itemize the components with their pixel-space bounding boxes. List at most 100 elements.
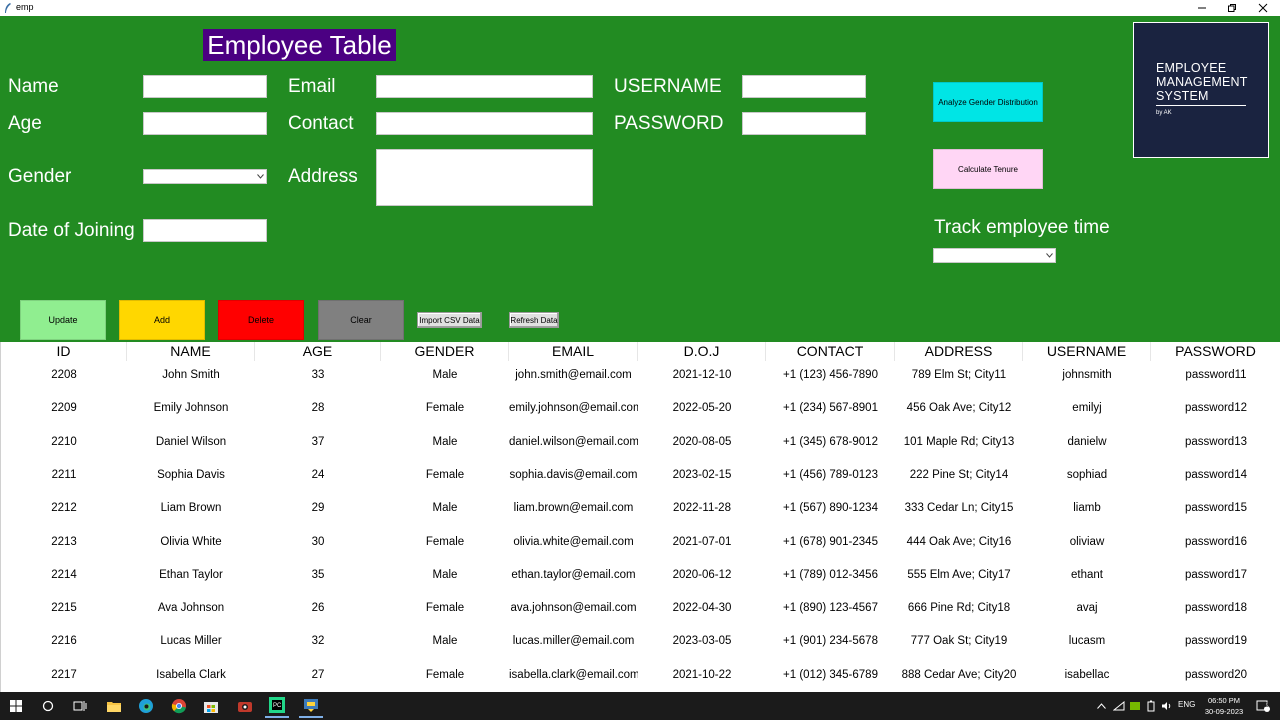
table-cell: 37 — [311, 435, 325, 448]
table-row[interactable]: 2209 Emily Johnson 28 Female emily.johnson@e… — [1, 399, 1280, 417]
camera-app-icon[interactable] — [233, 694, 257, 718]
pycharm-icon[interactable]: PC — [265, 694, 289, 718]
column-header-username[interactable]: USERNAME — [1023, 342, 1151, 361]
column-header-password[interactable]: PASSWORD — [1151, 342, 1280, 361]
search-icon[interactable] — [36, 694, 60, 718]
column-header-contact[interactable]: CONTACT — [766, 342, 895, 361]
address-textarea[interactable] — [376, 149, 593, 206]
system-clock[interactable]: 06:50 PM 30-09-2023 — [1196, 695, 1252, 717]
clock-date: 30-09-2023 — [1204, 707, 1244, 716]
chevron-up-icon[interactable] — [1092, 694, 1110, 718]
minimize-icon — [1198, 7, 1206, 9]
contact-label: Contact — [288, 113, 354, 134]
language-indicator[interactable]: ENG — [1178, 700, 1195, 709]
table-cell: 2214 — [51, 568, 77, 581]
import-csv-button[interactable]: Import CSV Data — [417, 312, 482, 328]
table-row[interactable]: 2208 John Smith 33 Male john.smith@email.com… — [1, 366, 1280, 384]
store-icon[interactable] — [199, 694, 223, 718]
chevron-down-icon — [255, 170, 265, 183]
table-cell: 2210 — [51, 435, 77, 448]
table-cell: lucasm — [1068, 635, 1106, 648]
password-input[interactable] — [742, 112, 866, 135]
table-cell: 777 Oak St; City19 — [910, 635, 1008, 648]
table-row[interactable]: 2215 Ava Johnson 26 Female ava.johnson@email… — [1, 599, 1280, 617]
file-explorer-icon[interactable] — [102, 694, 126, 718]
table-cell: emilyj — [1072, 402, 1102, 415]
edge-icon[interactable] — [134, 694, 158, 718]
table-cell: 2020-06-12 — [672, 568, 732, 581]
email-input[interactable] — [376, 75, 593, 98]
refresh-data-button[interactable]: Refresh Data — [509, 312, 559, 328]
table-cell: Emily Johnson — [153, 402, 229, 415]
table-cell: 2023-03-05 — [672, 635, 732, 648]
analyze-gender-button[interactable]: Analyze Gender Distribution — [933, 82, 1043, 122]
table-row[interactable]: 2214 Ethan Taylor 35 Male ethan.taylor@email… — [1, 566, 1280, 584]
address-label: Address — [288, 166, 358, 187]
chrome-icon[interactable] — [167, 694, 191, 718]
minimize-button[interactable] — [1187, 0, 1217, 16]
clear-button[interactable]: Clear — [318, 300, 404, 340]
table-row[interactable]: 2213 Olivia White 30 Female olivia.white@ema… — [1, 533, 1280, 551]
logo-line-2: MANAGEMENT — [1156, 75, 1248, 89]
table-cell: 33 — [311, 369, 325, 381]
table-cell: 2021-07-01 — [672, 535, 732, 548]
column-header-age[interactable]: AGE — [255, 342, 381, 361]
table-row[interactable]: 2211 Sophia Davis 24 Female sophia.davis@ema… — [1, 466, 1280, 484]
table-cell: Liam Brown — [160, 502, 222, 515]
track-time-label: Track employee time — [934, 217, 1110, 238]
track-time-select[interactable] — [933, 248, 1056, 263]
update-button[interactable]: Update — [20, 300, 106, 340]
table-cell: password20 — [1184, 668, 1247, 681]
add-button[interactable]: Add — [119, 300, 205, 340]
windows-start-icon[interactable] — [4, 694, 28, 718]
delete-button[interactable]: Delete — [218, 300, 304, 340]
table-cell: 27 — [311, 668, 325, 681]
table-cell: Female — [425, 535, 465, 548]
table-cell: isabella.clark@email.com — [509, 668, 638, 681]
table-cell: password18 — [1184, 602, 1247, 615]
app-window: emp Employee Table Name Age Gender Date … — [0, 0, 1280, 720]
table-cell: password19 — [1184, 635, 1247, 648]
table-cell: lucas.miller@email.com — [512, 635, 635, 648]
email-label: Email — [288, 76, 336, 97]
table-cell: Ethan Taylor — [159, 568, 223, 581]
column-header-address[interactable]: ADDRESS — [895, 342, 1023, 361]
notification-icon[interactable]: 2 — [1252, 694, 1274, 718]
restore-button[interactable] — [1217, 0, 1247, 16]
table-cell: 2023-02-15 — [672, 468, 732, 481]
age-input[interactable] — [143, 112, 267, 135]
table-row[interactable]: 2210 Daniel Wilson 37 Male daniel.wilson@ema… — [1, 433, 1280, 451]
close-button[interactable] — [1248, 0, 1278, 16]
column-header-name[interactable]: NAME — [127, 342, 255, 361]
name-input[interactable] — [143, 75, 267, 98]
column-header-id[interactable]: ID — [1, 342, 127, 361]
table-cell: 28 — [311, 402, 325, 415]
table-row[interactable]: 2216 Lucas Miller 32 Male lucas.miller@email… — [1, 632, 1280, 650]
table-row[interactable]: 2217 Isabella Clark 27 Female isabella.clark… — [1, 666, 1280, 684]
table-cell: daniel.wilson@email.com — [509, 435, 638, 448]
username-label: USERNAME — [614, 76, 722, 97]
column-header-gender[interactable]: GENDER — [381, 342, 509, 361]
contact-input[interactable] — [376, 112, 593, 135]
calculate-tenure-button[interactable]: Calculate Tenure — [933, 149, 1043, 189]
username-input[interactable] — [742, 75, 866, 98]
task-view-icon[interactable] — [68, 694, 92, 718]
volume-icon[interactable] — [1158, 694, 1176, 718]
gender-select[interactable] — [143, 169, 267, 184]
table-cell: Female — [425, 402, 465, 415]
table-cell: password12 — [1184, 402, 1247, 415]
table-cell: johnsmith — [1062, 369, 1112, 381]
table-cell: +1 (234) 567-8901 — [783, 402, 878, 415]
table-cell: password14 — [1184, 468, 1247, 481]
table-cell: 2020-08-05 — [672, 435, 732, 448]
table-cell: 2212 — [51, 502, 77, 515]
table-cell: 2022-11-28 — [673, 502, 731, 515]
table-row[interactable]: 2212 Liam Brown 29 Male liam.brown@email.com… — [1, 499, 1280, 517]
table-cell: Male — [432, 568, 458, 581]
table-cell: Sophia Davis — [157, 468, 225, 481]
employee-table[interactable]: ID NAME AGE GENDER EMAIL D.O.J CONTACT ADDRESS U… — [0, 342, 1280, 692]
date-of-joining-input[interactable] — [143, 219, 267, 242]
column-header-email[interactable]: EMAIL — [509, 342, 638, 361]
column-header-d-o-j[interactable]: D.O.J — [638, 342, 766, 361]
python-app-icon[interactable] — [299, 694, 323, 718]
